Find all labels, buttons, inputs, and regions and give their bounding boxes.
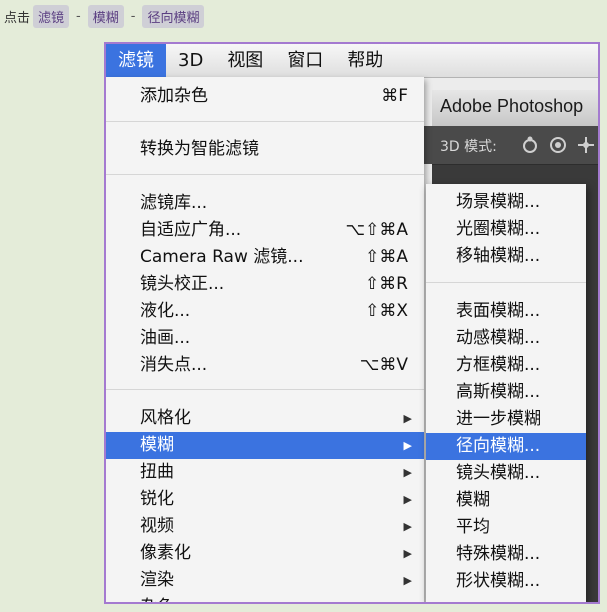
menu-divider: [106, 121, 424, 122]
breadcrumb: 点击 滤镜 - 模糊 - 径向模糊: [4, 4, 207, 28]
breadcrumb-prefix: 点击: [4, 10, 31, 26]
menu-divider: [106, 174, 424, 175]
menu-item-adaptive-wide-angle[interactable]: 自适应广角... ⌥⇧⌘A: [106, 217, 424, 244]
submenu-arrow-icon: ▶: [403, 547, 412, 560]
menu-divider: [426, 282, 586, 283]
menu-item-render[interactable]: 渲染 ▶: [106, 567, 424, 594]
submenu-arrow-icon: ▶: [403, 412, 412, 425]
submenu-item-field-blur[interactable]: 场景模糊...: [426, 189, 586, 216]
submenu-item-smart-blur[interactable]: 特殊模糊...: [426, 541, 586, 568]
menu-help[interactable]: 帮助: [335, 44, 395, 77]
menu-window[interactable]: 窗口: [275, 44, 335, 77]
submenu-item-average[interactable]: 平均: [426, 514, 586, 541]
menu-divider: [106, 389, 424, 390]
submenu-arrow-icon: ▶: [403, 439, 412, 452]
submenu-item-blur[interactable]: 模糊: [426, 487, 586, 514]
menu-view[interactable]: 视图: [215, 44, 275, 77]
breadcrumb-step-radial-blur: 径向模糊: [142, 4, 205, 28]
submenu-item-tilt-shift[interactable]: 移轴模糊...: [426, 243, 586, 270]
rotate-3d-icon[interactable]: [520, 135, 540, 155]
menu-item-video[interactable]: 视频 ▶: [106, 513, 424, 540]
breadcrumb-step-filter: 滤镜: [33, 4, 70, 28]
submenu-item-blur-more[interactable]: 进一步模糊: [426, 406, 586, 433]
options-bar: 3D 模式:: [432, 126, 598, 165]
submenu-item-radial-blur[interactable]: 径向模糊...: [426, 433, 586, 460]
photoshop-title-bar: Adobe Photoshop: [432, 90, 598, 127]
breadcrumb-separator: -: [76, 8, 81, 24]
submenu-item-surface-blur[interactable]: 表面模糊...: [426, 298, 586, 325]
roll-3d-icon[interactable]: [548, 135, 568, 155]
menu-item-noise[interactable]: 杂色 ▶: [106, 594, 424, 602]
submenu-item-iris-blur[interactable]: 光圈模糊...: [426, 216, 586, 243]
breadcrumb-separator: -: [130, 8, 136, 24]
menu-item-oil-paint[interactable]: 油画...: [106, 325, 424, 352]
menu-item-vanishing-point[interactable]: 消失点... ⌥⌘V: [106, 352, 424, 379]
menu-item-camera-raw[interactable]: Camera Raw 滤镜... ⇧⌘A: [106, 244, 424, 271]
menu-3d[interactable]: 3D: [166, 44, 215, 77]
submenu-item-gaussian-blur[interactable]: 高斯模糊...: [426, 379, 586, 406]
menu-item-pixelate[interactable]: 像素化 ▶: [106, 540, 424, 567]
blur-submenu: 场景模糊... 光圈模糊... 移轴模糊... 表面模糊... 动感模糊... …: [426, 184, 586, 602]
filter-menu: 添加杂色 ⌘F 转换为智能滤镜 滤镜库... 自适应广角... ⌥⇧⌘A Cam…: [106, 77, 424, 602]
menu-bar: 滤镜 3D 视图 窗口 帮助: [106, 44, 598, 78]
menu-item-last-filter[interactable]: 添加杂色 ⌘F: [106, 83, 424, 110]
submenu-arrow-icon: ▶: [403, 493, 412, 506]
mode-label: 3D 模式:: [440, 139, 497, 155]
menu-item-liquify[interactable]: 液化... ⇧⌘X: [106, 298, 424, 325]
submenu-item-shape-blur[interactable]: 形状模糊...: [426, 568, 586, 595]
pan-3d-icon[interactable]: [576, 135, 596, 155]
menu-filter[interactable]: 滤镜: [106, 44, 166, 77]
menu-item-stylize[interactable]: 风格化 ▶: [106, 405, 424, 432]
menu-item-distort[interactable]: 扭曲 ▶: [106, 459, 424, 486]
menu-item-convert-smart-filter[interactable]: 转换为智能滤镜: [106, 136, 424, 163]
submenu-item-lens-blur[interactable]: 镜头模糊...: [426, 460, 586, 487]
submenu-arrow-icon: ▶: [404, 594, 412, 602]
submenu-arrow-icon: ▶: [403, 574, 412, 587]
menu-item-lens-correction[interactable]: 镜头校正... ⇧⌘R: [106, 271, 424, 298]
menu-item-filter-gallery[interactable]: 滤镜库...: [106, 190, 424, 217]
menu-item-sharpen[interactable]: 锐化 ▶: [106, 486, 424, 513]
submenu-arrow-icon: ▶: [403, 466, 412, 479]
app-title: Adobe Photoshop: [440, 96, 584, 116]
menu-item-blur[interactable]: 模糊 ▶: [106, 432, 424, 459]
screenshot-frame: Adobe Photoshop ·· ·· ·· 3D 模式: 滤镜 3D 视图…: [104, 42, 600, 604]
submenu-item-box-blur[interactable]: 方框模糊...: [426, 352, 586, 379]
submenu-arrow-icon: ▶: [403, 520, 412, 533]
breadcrumb-step-blur: 模糊: [87, 4, 124, 28]
submenu-item-motion-blur[interactable]: 动感模糊...: [426, 325, 586, 352]
